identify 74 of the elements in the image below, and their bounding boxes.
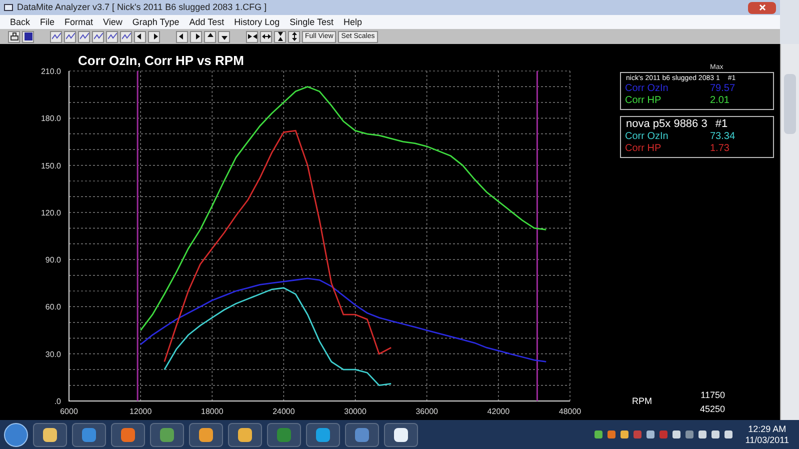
scroll-thumb[interactable]	[784, 74, 796, 134]
legend-value: 73.34	[710, 132, 736, 142]
tick-label: 42000	[487, 407, 510, 416]
tick-label: 18000	[201, 407, 224, 416]
clock-date: 11/03/2011	[745, 434, 789, 446]
tick-label: 48000	[558, 407, 582, 416]
arrow-icon	[221, 36, 227, 40]
arrow-icon	[248, 34, 256, 39]
toolbar-button[interactable]	[176, 30, 188, 42]
toolbar-button[interactable]	[288, 30, 300, 42]
arrow-icon	[292, 32, 296, 41]
tick-label: 60.0	[45, 302, 61, 312]
toolbar-button[interactable]	[204, 30, 216, 42]
menu-item[interactable]: Graph Type	[132, 18, 180, 26]
legend-label: Corr HP	[625, 144, 662, 154]
window-title: DataMite Analyzer v3.7 [ Nick's 2011 B6 slugged 2083 1.CFG ]	[17, 0, 267, 14]
tick-label: 150.0	[40, 161, 61, 170]
toolbar-button[interactable]	[274, 30, 286, 42]
toolbar-button[interactable]	[260, 30, 272, 42]
tick-label: 12000	[129, 407, 152, 416]
toolbar-button[interactable]	[8, 30, 20, 42]
clock-time: 12:29 AM	[748, 424, 786, 434]
taskbar-button[interactable]	[189, 422, 223, 446]
tick-label: 210.0	[40, 67, 61, 76]
legend-value: 2.01	[710, 96, 730, 106]
toolbar-button[interactable]	[190, 30, 202, 42]
run-label: #1	[715, 119, 728, 130]
chart-title: Corr OzIn, Corr HP vs RPM	[78, 53, 244, 68]
tick-label: .0	[54, 397, 61, 406]
taskbar-button[interactable]	[384, 422, 418, 446]
axis-label: RPM	[632, 395, 652, 408]
tick-label: 30.0	[45, 350, 61, 359]
legend-title: nova p5x 9886 3	[626, 119, 708, 130]
cursor-readout: 11750	[700, 389, 726, 402]
printer-icon	[10, 32, 18, 40]
toolbar-button[interactable]	[246, 30, 258, 42]
taskbar-button[interactable]	[228, 422, 262, 446]
close-icon	[758, 4, 766, 11]
tick-label: 24000	[272, 407, 295, 416]
menu-item[interactable]: Single Test	[290, 18, 334, 26]
tick-label: 120.0	[40, 208, 61, 218]
tick-label: 180.0	[40, 114, 61, 124]
legend-label: Corr OzIn	[625, 132, 670, 142]
toolbar-button[interactable]	[22, 30, 34, 42]
legend-label: Corr HP	[625, 96, 662, 106]
legend-label: Corr OzIn	[625, 84, 670, 94]
arrow-icon	[278, 32, 282, 41]
tick-label: 90.0	[45, 256, 61, 265]
legend-value: 1.73	[710, 144, 730, 154]
menu-item[interactable]: Add Test	[189, 18, 224, 26]
toolbar-button[interactable]	[148, 30, 160, 42]
menu-item[interactable]: Back	[10, 18, 30, 26]
cursor-readout: 45250	[700, 403, 726, 416]
toolbar-button[interactable]	[134, 30, 146, 42]
legend-value: 79.57	[710, 84, 736, 94]
arrow-icon	[196, 34, 200, 40]
arrow-icon	[178, 34, 182, 40]
menu-item[interactable]: Format	[64, 18, 94, 26]
arrow-icon	[136, 34, 140, 40]
taskbar-button[interactable]	[33, 422, 67, 446]
menu-item[interactable]: File	[40, 18, 55, 26]
menu-item[interactable]: View	[103, 18, 122, 26]
tick-label: 30000	[344, 407, 366, 416]
app-icon	[4, 3, 13, 12]
start-button[interactable]	[4, 422, 28, 446]
menu-item[interactable]: History Log	[234, 18, 280, 26]
tick-label: 6000	[60, 407, 78, 416]
arrow-icon	[154, 34, 158, 40]
close-button[interactable]	[748, 2, 776, 14]
menu-item[interactable]: Help	[344, 18, 362, 26]
toolbar-button[interactable]	[218, 30, 230, 42]
arrow-icon	[262, 34, 270, 39]
arrow-icon	[207, 33, 213, 37]
tick-label: 36000	[416, 407, 438, 416]
